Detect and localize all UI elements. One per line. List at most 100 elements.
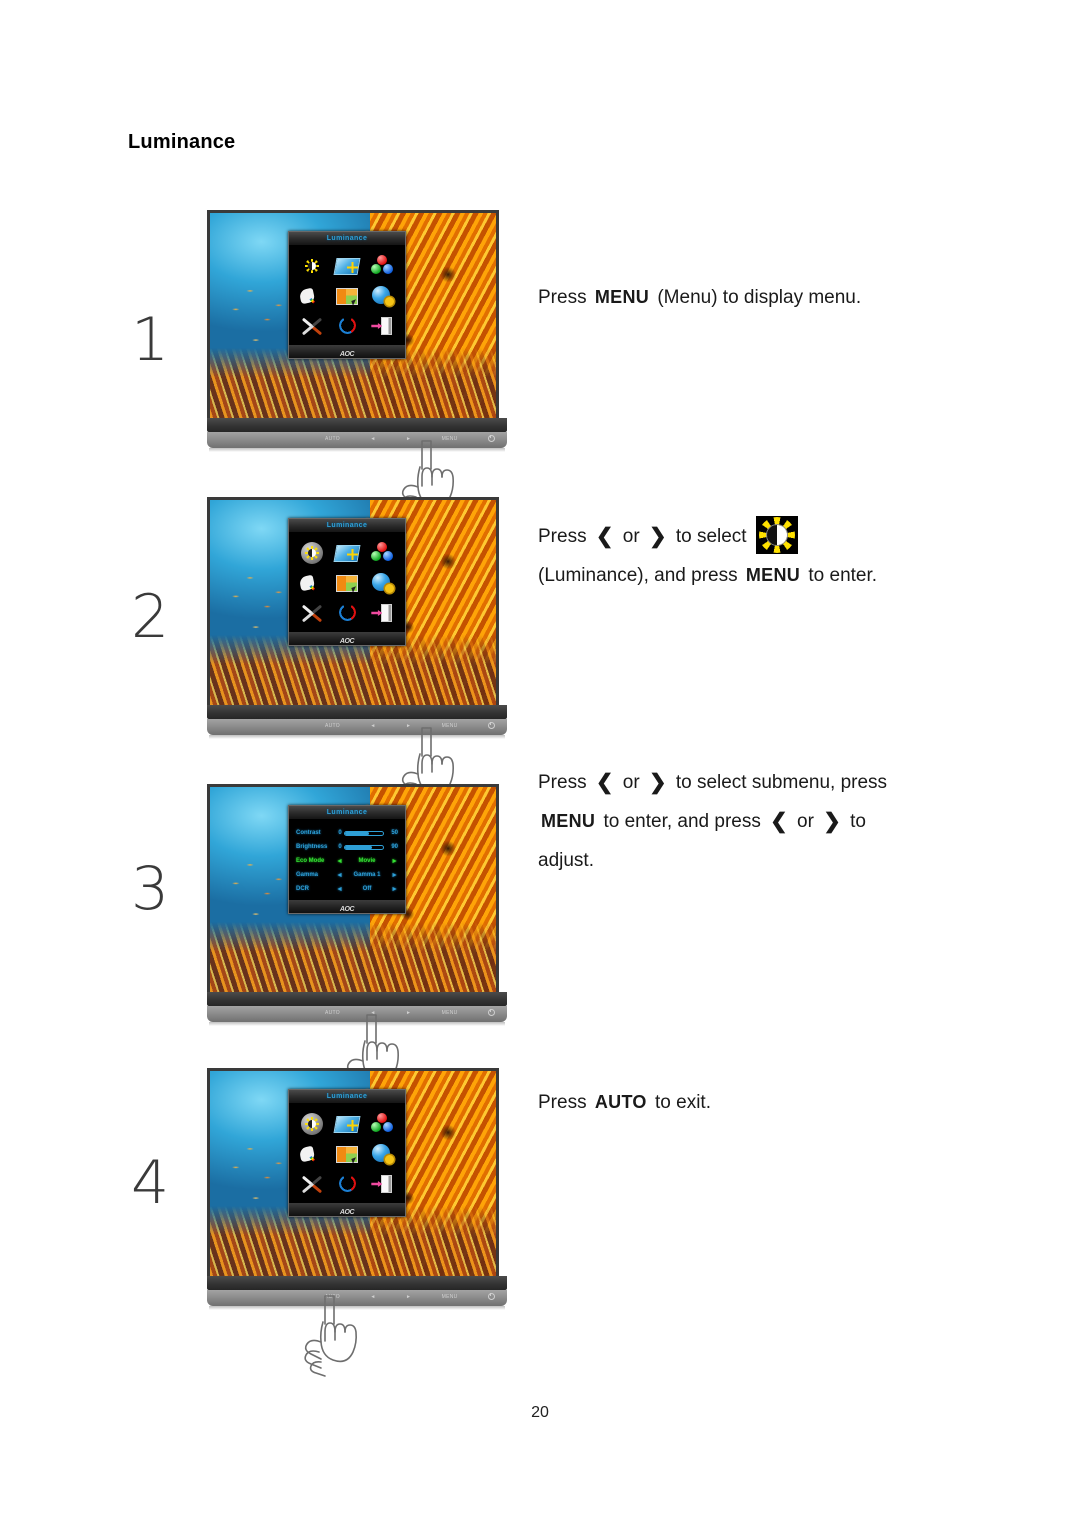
refresh-loop-icon[interactable] [334, 602, 360, 624]
row-label: Contrast [296, 830, 321, 836]
row-label: Gamma [296, 872, 319, 878]
aoc-logo: AOC [339, 351, 355, 358]
auto-button[interactable]: AUTO [325, 436, 340, 442]
osd-title: Luminance [289, 232, 405, 245]
color-setup-icon[interactable] [369, 1113, 395, 1135]
page-title: Luminance [128, 131, 236, 153]
picture-boost-icon[interactable] [298, 285, 325, 307]
menu-keycap: MENU [541, 811, 596, 831]
chevron-left-icon[interactable]: ◄ [336, 872, 343, 879]
reset-tools-icon[interactable] [299, 315, 325, 337]
power-icon[interactable] [487, 722, 495, 729]
chevron-left-icon[interactable]: ◄ [336, 858, 343, 865]
instruction-text: or [622, 526, 640, 547]
brightness-slider[interactable] [344, 844, 384, 850]
osd-submenu-luminance[interactable]: Luminance Contrast 0 50 Brightness 0 90 [288, 805, 406, 914]
auto-button[interactable]: AUTO [325, 723, 340, 729]
image-setup-icon[interactable] [333, 255, 361, 277]
image-setup-icon[interactable] [333, 542, 361, 564]
osd-setup-icon[interactable] [334, 1143, 360, 1165]
osd-icon-grid [294, 538, 400, 628]
row-label: Eco Mode [296, 858, 325, 864]
monitor-illustration-1: Luminance AOC AUTO ◄ ► MENU [207, 210, 507, 522]
extra-icon[interactable] [369, 1143, 395, 1165]
monitor-illustration-2: Luminance AOC AUTO ◄ ► MENU [207, 497, 507, 809]
osd-setup-icon[interactable] [334, 285, 360, 307]
monitor-illustration-3: Luminance Contrast 0 50 Brightness 0 90 [207, 784, 507, 1096]
power-icon[interactable] [487, 1009, 495, 1016]
eco-mode-value: Movie [358, 858, 376, 864]
instruction-text: to select submenu, press [675, 772, 888, 793]
menu-button[interactable]: MENU [442, 1294, 458, 1300]
instruction-text: Press [538, 1092, 587, 1113]
refresh-loop-icon[interactable] [334, 315, 360, 337]
left-arrow-button[interactable]: ◄ [370, 723, 375, 729]
instruction-line: MENU to enter, and press ❮ or ❯ to [538, 802, 887, 841]
chevron-right-icon[interactable]: ► [391, 872, 398, 879]
osd-title: Luminance [289, 1090, 405, 1103]
extra-icon[interactable] [369, 285, 395, 307]
right-arrow-button[interactable]: ► [406, 1294, 411, 1300]
osd-main-menu-2[interactable]: Luminance AOC [288, 518, 406, 646]
reset-tools-icon[interactable] [299, 1173, 325, 1195]
luminance-icon[interactable] [299, 255, 325, 277]
step-4-instruction: Press AUTO to exit. [538, 1083, 711, 1122]
contrast-slider[interactable] [344, 830, 384, 836]
luminance-icon[interactable] [299, 542, 325, 564]
exit-icon[interactable] [369, 602, 395, 624]
color-setup-icon[interactable] [369, 255, 395, 277]
chevron-right-icon[interactable]: ► [391, 858, 398, 865]
row-max: 90 [391, 844, 398, 850]
instruction-text: Press [538, 287, 587, 308]
osd-footer: AOC [289, 1203, 405, 1216]
osd-body [289, 245, 405, 345]
image-setup-icon[interactable] [333, 1113, 361, 1135]
instruction-text: Press [538, 772, 587, 793]
osd-row-brightness[interactable]: Brightness 0 90 [296, 840, 398, 854]
row-min: 0 [338, 844, 342, 850]
step-2-instruction: Press ❮ or ❯ to select (Luminance), and … [538, 516, 877, 595]
osd-row-dcr[interactable]: DCR ◄ Off ► [296, 882, 398, 896]
chevron-left-icon[interactable]: ◄ [336, 886, 343, 893]
power-icon[interactable] [487, 435, 495, 442]
instruction-text: to enter. [808, 565, 878, 586]
picture-boost-icon[interactable] [298, 572, 325, 594]
exit-icon[interactable] [369, 1173, 395, 1195]
row-max: 50 [391, 830, 398, 836]
pointing-hand-illustration-4 [304, 1295, 357, 1377]
osd-row-contrast[interactable]: Contrast 0 50 [296, 826, 398, 840]
osd-icon-grid [294, 1109, 400, 1199]
osd-setup-icon[interactable] [334, 572, 360, 594]
instruction-line: adjust. [538, 841, 887, 880]
instruction-text: to [850, 811, 866, 832]
reset-tools-icon[interactable] [299, 602, 325, 624]
osd-main-menu-4[interactable]: Luminance AOC [288, 1089, 406, 1217]
power-icon[interactable] [487, 1293, 495, 1300]
menu-button[interactable]: MENU [442, 1010, 458, 1016]
extra-icon[interactable] [369, 572, 395, 594]
menu-keycap: MENU [745, 565, 801, 585]
osd-footer: AOC [289, 900, 405, 913]
step-1-number: 1 [131, 305, 170, 375]
osd-main-menu-1[interactable]: Luminance AOC [288, 231, 406, 359]
color-setup-icon[interactable] [369, 542, 395, 564]
osd-title: Luminance [289, 806, 405, 819]
chevron-left-icon: ❮ [595, 525, 614, 548]
osd-submenu-rows: Contrast 0 50 Brightness 0 90 Eco Mode ◄ [289, 819, 405, 900]
instruction-text: (Menu) to display menu. [657, 287, 862, 308]
osd-row-gamma[interactable]: Gamma ◄ Gamma 1 ► [296, 868, 398, 882]
monitor-bezel-2 [207, 705, 507, 719]
aoc-logo: AOC [339, 906, 355, 913]
osd-body [289, 532, 405, 632]
picture-boost-icon[interactable] [298, 1143, 325, 1165]
left-arrow-button[interactable]: ◄ [370, 436, 375, 442]
instruction-text: to exit. [655, 1092, 711, 1113]
refresh-loop-icon[interactable] [334, 1173, 360, 1195]
osd-row-eco-mode[interactable]: Eco Mode ◄ Movie ► [296, 854, 398, 868]
luminance-icon[interactable] [299, 1113, 325, 1135]
monitor-bezel-4 [207, 1276, 507, 1290]
osd-footer: AOC [289, 345, 405, 358]
chevron-right-icon[interactable]: ► [391, 886, 398, 893]
gamma-value: Gamma 1 [353, 872, 381, 878]
exit-icon[interactable] [369, 315, 395, 337]
